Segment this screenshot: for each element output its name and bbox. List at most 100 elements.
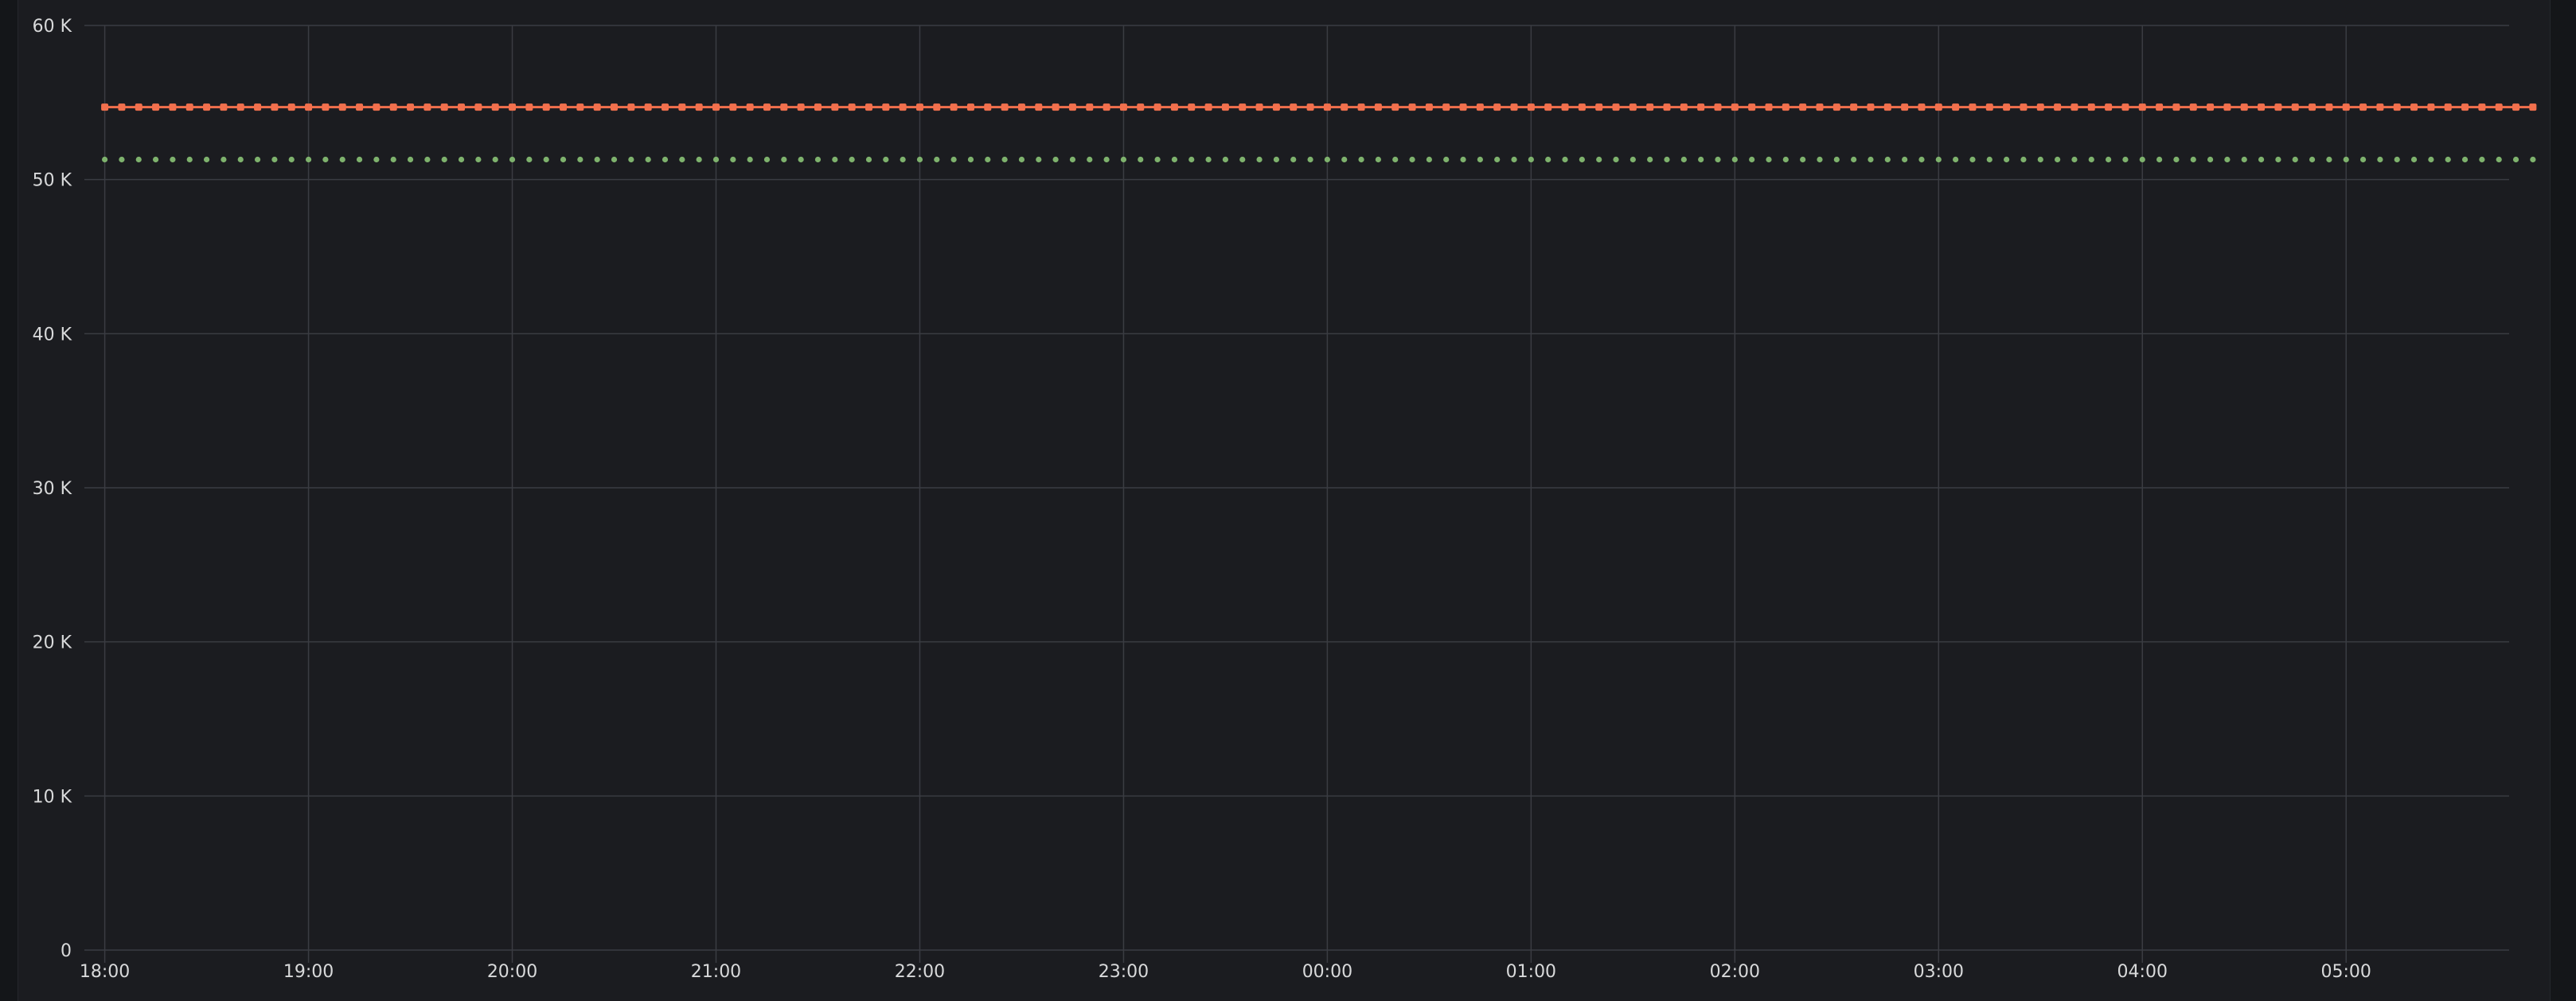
data-point: [882, 103, 890, 111]
data-point: [1171, 156, 1178, 163]
data-point: [2071, 103, 2078, 111]
data-point: [305, 103, 313, 111]
x-tick-label: 04:00: [2117, 962, 2168, 982]
data-point: [101, 103, 109, 111]
data-point: [1918, 156, 1925, 163]
data-point: [1510, 103, 1518, 111]
data-point: [185, 103, 193, 111]
data-point: [798, 156, 804, 163]
data-point: [2258, 103, 2266, 111]
data-point: [729, 103, 737, 111]
data-point: [2376, 103, 2384, 111]
data-point: [1018, 156, 1025, 163]
data-point: [1528, 156, 1534, 163]
data-point: [1087, 156, 1093, 163]
data-point: [2139, 156, 2145, 163]
y-tick-label: 30 K: [33, 479, 72, 499]
y-tick-label: 40 K: [33, 325, 72, 345]
data-point: [848, 103, 856, 111]
data-point: [2309, 103, 2316, 111]
x-tick-label: 00:00: [1302, 962, 1352, 982]
data-point: [509, 156, 516, 163]
data-point: [2156, 103, 2164, 111]
data-point: [1255, 103, 1263, 111]
data-point: [237, 156, 244, 163]
data-point: [1375, 156, 1381, 163]
time-series-chart[interactable]: 0 10 K 20 K 30 K 40 K 50 K 60 K 18:00 19:00 20:0…: [0, 0, 2576, 1001]
data-point: [1985, 103, 1993, 111]
data-point: [1001, 156, 1008, 163]
data-point: [780, 103, 788, 111]
data-point: [1799, 103, 1807, 111]
data-point: [2003, 103, 2011, 111]
data-point: [730, 156, 736, 163]
data-point: [1069, 156, 1076, 163]
data-point: [1969, 156, 1976, 163]
data-point: [2020, 156, 2027, 163]
data-point: [1562, 156, 1568, 163]
data-point: [2207, 103, 2215, 111]
data-point: [1409, 156, 1415, 163]
data-point: [2325, 103, 2333, 111]
data-point: [2172, 103, 2180, 111]
data-point: [933, 103, 941, 111]
data-point: [1153, 103, 1161, 111]
data-point: [475, 156, 482, 163]
data-point: [712, 156, 720, 163]
x-tick-label: 20:00: [487, 962, 537, 982]
data-point: [1205, 156, 1212, 163]
data-point: [1680, 103, 1688, 111]
data-point: [2326, 156, 2332, 163]
data-point: [1595, 103, 1603, 111]
data-point: [985, 156, 991, 163]
data-point: [2274, 103, 2282, 111]
data-point: [1035, 103, 1043, 111]
data-point: [1664, 156, 1670, 163]
data-point: [950, 103, 958, 111]
data-point: [1273, 156, 1280, 163]
data-point: [288, 156, 295, 163]
data-point: [526, 156, 533, 163]
data-point: [356, 103, 364, 111]
data-point: [678, 103, 686, 111]
data-point: [1731, 103, 1739, 111]
data-point: [1748, 103, 1756, 111]
data-point: [560, 156, 567, 163]
data-point: [339, 156, 345, 163]
data-point: [2122, 156, 2129, 163]
data-point: [2054, 103, 2062, 111]
data-point: [1969, 103, 1977, 111]
data-point: [576, 103, 584, 111]
data-point: [1545, 156, 1551, 163]
data-point: [2393, 103, 2401, 111]
data-point: [1714, 103, 1722, 111]
x-tick-label: 03:00: [1914, 962, 1964, 982]
data-point: [2410, 103, 2418, 111]
data-point: [915, 103, 923, 111]
data-point: [2461, 156, 2469, 163]
data-point: [271, 156, 278, 163]
data-point: [1323, 103, 1331, 111]
data-point: [2512, 103, 2520, 111]
data-point: [356, 156, 363, 163]
data-point: [2343, 156, 2349, 163]
data-point: [1494, 156, 1501, 163]
data-point: [1103, 156, 1110, 163]
data-point: [1934, 103, 1942, 111]
data-point: [1221, 103, 1229, 111]
data-point: [458, 156, 465, 163]
data-point: [950, 156, 957, 163]
data-point: [2512, 156, 2519, 163]
data-point: [2410, 156, 2418, 163]
data-point: [407, 156, 414, 163]
y-axis: 0 10 K 20 K 30 K 40 K 50 K 60 K: [33, 17, 72, 961]
data-point: [2224, 156, 2231, 163]
data-point: [2105, 156, 2112, 163]
data-point: [2292, 156, 2298, 163]
data-point: [746, 103, 754, 111]
data-point: [1766, 156, 1772, 163]
data-point: [2377, 156, 2383, 163]
data-point: [712, 103, 720, 111]
data-point: [644, 103, 652, 111]
data-point: [865, 156, 872, 163]
